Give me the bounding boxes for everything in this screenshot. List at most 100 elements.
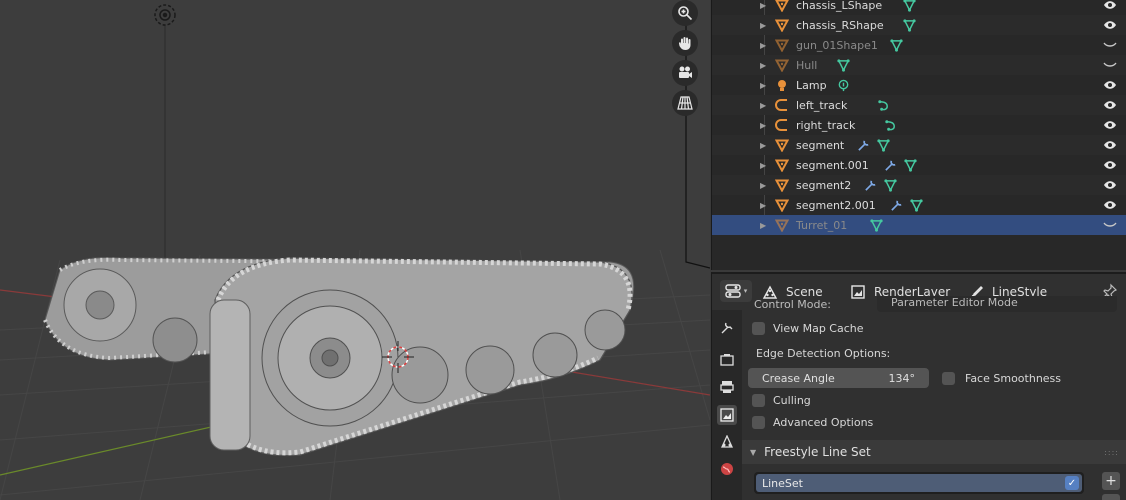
outliner-item-left-track[interactable]: ▶ left_track: [712, 95, 1126, 115]
expand-arrow-icon[interactable]: ▶: [760, 81, 768, 90]
mesh-object-icon[interactable]: [774, 177, 790, 193]
lineset-list[interactable]: LineSet ✓: [754, 472, 1084, 494]
outliner-item-label[interactable]: Hull: [796, 59, 817, 72]
freestyle-line-set-panel-header[interactable]: ▼ Freestyle Line Set ::::: [742, 440, 1126, 464]
outliner-item-segment[interactable]: ▶ segment: [712, 135, 1126, 155]
outliner-item-hull[interactable]: ▶ Hull: [712, 55, 1126, 75]
outliner-item-chassis-rshape[interactable]: ▶ chassis_RShape: [712, 15, 1126, 35]
expand-arrow-icon[interactable]: ▶: [760, 21, 768, 30]
curve-data-icon[interactable]: [876, 98, 890, 112]
eye-icon[interactable]: [1102, 0, 1118, 13]
lamp-icon[interactable]: [774, 77, 790, 93]
eye-closed-icon[interactable]: [1102, 57, 1118, 73]
zoom-icon[interactable]: [672, 0, 698, 26]
eye-icon[interactable]: [1102, 177, 1118, 193]
tool-settings-icon[interactable]: [717, 318, 737, 338]
eye-icon[interactable]: [1102, 97, 1118, 113]
lineset-list-item[interactable]: LineSet ✓: [756, 474, 1082, 492]
outliner-item-segment2-001[interactable]: ▶ segment2.001: [712, 195, 1126, 215]
mesh-data-icon[interactable]: [909, 198, 923, 212]
outliner-item-right-track[interactable]: ▶ right_track: [712, 115, 1126, 135]
mesh-data-icon[interactable]: [876, 138, 890, 152]
expand-arrow-icon[interactable]: ▶: [760, 221, 768, 230]
curve-icon[interactable]: [774, 117, 790, 133]
expand-arrow-icon[interactable]: ▶: [760, 181, 768, 190]
lineset-enabled-checkbox[interactable]: ✓: [1065, 476, 1079, 490]
outliner-item-segment-001[interactable]: ▶ segment.001: [712, 155, 1126, 175]
outliner-item-chassis-lshape[interactable]: ▶ chassis_LShape: [712, 0, 1126, 15]
expand-arrow-icon[interactable]: ▶: [760, 141, 768, 150]
outliner-item-label[interactable]: Turret_01: [796, 219, 847, 232]
eye-icon[interactable]: [1102, 17, 1118, 33]
crease-angle-field[interactable]: Crease Angle 134°: [748, 368, 929, 388]
scene-properties-icon[interactable]: [717, 432, 737, 452]
mesh-object-icon[interactable]: [774, 217, 790, 233]
wrench-icon[interactable]: [856, 138, 870, 152]
outliner-item-turret-01[interactable]: ▶ Turret_01: [712, 215, 1126, 235]
outliner-item-label[interactable]: Lamp: [796, 79, 827, 92]
expand-arrow-icon[interactable]: ▶: [760, 1, 768, 10]
outliner-item-label[interactable]: chassis_RShape: [796, 19, 884, 32]
face-smoothness-row[interactable]: Face Smoothness: [942, 368, 1061, 388]
mesh-object-icon[interactable]: [774, 17, 790, 33]
eye-closed-icon[interactable]: [1102, 217, 1118, 233]
mesh-data-icon[interactable]: [869, 218, 883, 232]
curve-data-icon[interactable]: [883, 118, 897, 132]
mesh-object-icon[interactable]: [774, 137, 790, 153]
drag-handle-icon[interactable]: ::::: [1104, 448, 1119, 457]
mesh-object-icon[interactable]: [774, 157, 790, 173]
eye-closed-icon[interactable]: [1102, 37, 1118, 53]
mesh-object-icon[interactable]: [774, 57, 790, 73]
view-layer-properties-icon[interactable]: [717, 405, 737, 425]
mesh-data-icon[interactable]: [889, 38, 903, 52]
eye-icon[interactable]: [1102, 197, 1118, 213]
culling-row[interactable]: Culling: [752, 390, 811, 410]
lamp-data-icon[interactable]: [836, 78, 850, 92]
outliner-item-label[interactable]: right_track: [796, 119, 855, 132]
world-properties-icon[interactable]: [717, 459, 737, 479]
eye-icon[interactable]: [1102, 77, 1118, 93]
outliner-item-gun-01shape1[interactable]: ▶ gun_01Shape1: [712, 35, 1126, 55]
outliner-item-lamp[interactable]: ▶ Lamp: [712, 75, 1126, 95]
outliner-item-segment2[interactable]: ▶ segment2: [712, 175, 1126, 195]
control-mode-select[interactable]: Parameter Editor Mode: [877, 296, 1117, 312]
view-map-cache-row[interactable]: View Map Cache: [752, 318, 864, 338]
3d-viewport[interactable]: [0, 0, 710, 500]
add-lineset-button[interactable]: +: [1102, 472, 1120, 490]
expand-arrow-icon[interactable]: ▶: [760, 161, 768, 170]
outliner-item-label[interactable]: segment2: [796, 179, 851, 192]
curve-icon[interactable]: [774, 97, 790, 113]
mesh-data-icon[interactable]: [883, 178, 897, 192]
culling-checkbox[interactable]: [752, 393, 765, 407]
render-properties-icon[interactable]: [717, 350, 737, 370]
output-properties-icon[interactable]: [717, 377, 737, 397]
mesh-object-icon[interactable]: [774, 37, 790, 53]
wrench-icon[interactable]: [883, 158, 897, 172]
outliner-item-label[interactable]: chassis_LShape: [796, 0, 882, 12]
camera-icon[interactable]: [672, 60, 698, 86]
mesh-data-icon[interactable]: [902, 0, 916, 12]
outliner-item-label[interactable]: segment2.001: [796, 199, 876, 212]
expand-arrow-icon[interactable]: ▶: [760, 201, 768, 210]
expand-arrow-icon[interactable]: ▶: [760, 61, 768, 70]
mesh-data-icon[interactable]: [902, 18, 916, 32]
mesh-object-icon[interactable]: [774, 0, 790, 13]
view-map-cache-checkbox[interactable]: [752, 321, 765, 335]
mesh-data-icon[interactable]: [903, 158, 917, 172]
advanced-options-checkbox[interactable]: [752, 415, 765, 429]
eye-icon[interactable]: [1102, 157, 1118, 173]
wrench-icon[interactable]: [863, 178, 877, 192]
outliner-item-label[interactable]: segment: [796, 139, 844, 152]
mesh-data-icon[interactable]: [836, 58, 850, 72]
advanced-options-row[interactable]: Advanced Options: [752, 412, 873, 432]
face-smoothness-checkbox[interactable]: [942, 371, 955, 385]
eye-icon[interactable]: [1102, 137, 1118, 153]
wrench-icon[interactable]: [889, 198, 903, 212]
eye-icon[interactable]: [1102, 117, 1118, 133]
expand-arrow-icon[interactable]: ▶: [760, 121, 768, 130]
outliner-item-label[interactable]: left_track: [796, 99, 847, 112]
remove-lineset-button[interactable]: −: [1102, 494, 1120, 500]
hand-pan-icon[interactable]: [672, 30, 698, 56]
expand-arrow-icon[interactable]: ▶: [760, 41, 768, 50]
outliner-item-label[interactable]: segment.001: [796, 159, 869, 172]
